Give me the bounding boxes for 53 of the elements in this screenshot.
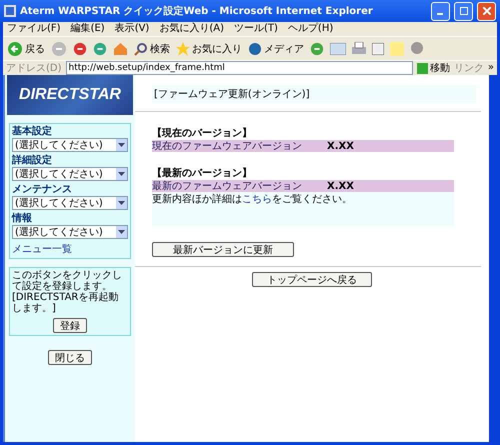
menu-item[interactable]: 表示(V) — [114, 22, 150, 36]
more-chevron[interactable]: » — [488, 61, 494, 75]
version-label: 最新のファームウェアバージョン — [152, 180, 303, 193]
search-button[interactable]: 検索 — [134, 42, 170, 56]
search-icon — [134, 42, 148, 56]
menu-item[interactable]: ファイル(F) — [7, 22, 61, 36]
close-page-button[interactable]: 閉じる — [48, 350, 92, 365]
version-value: X.XX — [327, 180, 354, 192]
menu-group-label: メンテナンス — [12, 184, 73, 195]
info-text: 更新内容ほか詳細はこちら をご覧ください。 — [152, 194, 352, 205]
section-heading: 【現在のバージョン】 — [152, 126, 253, 140]
version-label: 現在のファームウェアバージョン — [152, 140, 303, 153]
top-page-button[interactable]: トップページへ戻る — [252, 272, 372, 287]
media-button[interactable]: メディア — [248, 42, 304, 56]
dropdown-caret-icon — [116, 139, 127, 151]
close-icon — [482, 7, 490, 15]
menu-list-link[interactable]: メニュー一覧 — [12, 242, 128, 256]
directstar-logo: DIRECTSTAR — [7, 75, 133, 115]
menu-select[interactable]: (選択してください) — [12, 138, 128, 152]
register-button[interactable]: 登録 — [53, 318, 87, 333]
maximize-icon — [460, 7, 468, 15]
address-label: アドレス(D) — [6, 62, 62, 75]
menu-item[interactable]: 編集(E) — [70, 22, 105, 36]
menu-select[interactable]: (選択してください) — [12, 167, 128, 181]
version-value: X.XX — [327, 140, 354, 152]
menu-item[interactable]: ツール(T) — [234, 22, 278, 36]
menu-group-label: 基本設定 — [12, 126, 53, 137]
printer-icon[interactable] — [352, 42, 366, 56]
menu-select[interactable]: (選択してください) — [12, 225, 128, 239]
minimize-button[interactable] — [431, 2, 450, 20]
star-icon — [176, 42, 190, 56]
update-button[interactable]: 最新バージョンに更新 — [152, 242, 294, 257]
dropdown-caret-icon — [116, 197, 127, 209]
dropdown-caret-icon — [116, 168, 127, 180]
go-button[interactable]: 移動 — [416, 61, 450, 75]
menu-group-label: 情報 — [12, 213, 33, 224]
section-heading: 【最新のバージョン】 — [152, 166, 253, 180]
browser-icon — [4, 5, 16, 17]
details-link[interactable]: こちら — [242, 194, 272, 205]
menu-item[interactable]: お気に入り(A) — [159, 22, 224, 36]
back-button[interactable]: 戻る — [7, 40, 45, 56]
address-field[interactable]: http://web.setup/index_frame.html — [66, 61, 413, 75]
dropdown-caret-icon — [116, 226, 127, 238]
register-note: このボタンをクリックして設定を登録します。[DIRECTSTARを再起動します。] — [12, 270, 123, 314]
favorites-button[interactable]: お気に入り — [176, 42, 242, 56]
page-title: [ファームウェア更新(オンライン)] — [152, 85, 476, 103]
menu-group-label: 詳細設定 — [12, 155, 53, 166]
menu-select[interactable]: (選択してください) — [12, 196, 128, 210]
home-icon[interactable] — [113, 41, 128, 56]
maximize-button[interactable] — [454, 2, 473, 20]
menu-item[interactable]: ヘルプ(H) — [288, 22, 334, 36]
close-button[interactable] — [477, 2, 496, 20]
window-title: Aterm WARPSTAR クイック設定Web - Microsoft Internet Explorer — [20, 4, 374, 18]
